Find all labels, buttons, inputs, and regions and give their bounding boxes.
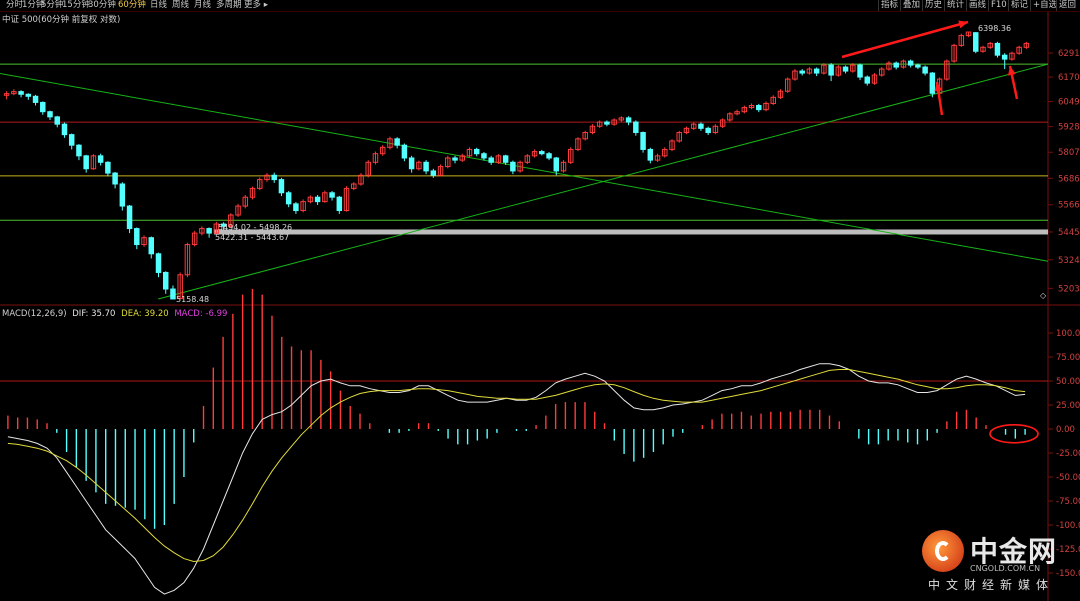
watermark: 中金网 CNGOLD.COM.CN 中文财经新媒体 [918, 524, 1068, 594]
candle-body [799, 70, 805, 74]
candle-body [285, 192, 292, 205]
support-band [214, 229, 1048, 235]
macd-tick-label: -25.00 [1056, 449, 1080, 459]
candle-body [170, 288, 176, 300]
candle-body [329, 192, 335, 198]
candle-body [68, 134, 75, 146]
candle-body [408, 157, 415, 170]
price-tick-label: 5203 [1058, 284, 1080, 294]
price-tick-label: 6049 [1058, 98, 1080, 108]
candle-body [502, 155, 509, 163]
candle-body [907, 60, 914, 66]
candle-body [922, 66, 928, 74]
macd-tick-label: -50.00 [1056, 473, 1080, 483]
candle-body [97, 155, 104, 163]
price-annotation: 5422.31 - 5443.67 [215, 233, 289, 242]
candle-body [994, 42, 1001, 56]
macd-tick-label: 25.00 [1056, 401, 1080, 411]
candle-body [148, 237, 155, 255]
chart-canvas[interactable]: 6291 6170 6049 5928 5807 5686 5566 5445 5324 5203… [0, 0, 1080, 601]
highlight-ellipse [989, 423, 1039, 444]
candle-body [864, 76, 871, 84]
candle-body [271, 174, 277, 181]
candle-body [828, 64, 834, 76]
cngold-logo-icon [922, 530, 964, 572]
price-tick-label: 5928 [1058, 123, 1080, 133]
candle-body [293, 203, 299, 212]
candle-body [61, 123, 68, 136]
candle-body [640, 132, 646, 150]
candle-body [929, 72, 936, 94]
price-tick-label: 6291 [1058, 49, 1080, 59]
candle-body [54, 116, 60, 125]
candle-body [162, 271, 169, 290]
dea-line [7, 369, 1026, 563]
watermark-en: CNGOLD.COM.CN [970, 564, 1041, 573]
macd-tick-label: 100.00 [1056, 329, 1080, 339]
candle-body [394, 138, 400, 146]
macd-tick-label: -75.00 [1056, 497, 1080, 507]
macd-tick-label: 0.00 [1056, 425, 1075, 435]
candle-body [47, 111, 53, 118]
price-tick-label: 5445 [1058, 228, 1080, 238]
candle-body [539, 151, 545, 155]
price-tick-label: 5807 [1058, 148, 1080, 158]
price-annotation: 6398.36 [978, 24, 1011, 33]
candle-body [76, 144, 82, 157]
candle-body [553, 157, 560, 172]
candle-body [401, 144, 408, 159]
candle-body [510, 161, 516, 172]
candle-body [756, 105, 762, 111]
scroll-marker: ◇ [1040, 291, 1047, 300]
candle-body [915, 64, 921, 68]
candle-body [857, 64, 863, 78]
price-tick-label: 5686 [1058, 174, 1080, 184]
candle-body [1001, 54, 1008, 60]
highlight-arrow-trend [841, 20, 969, 59]
candle-body [423, 161, 429, 172]
candle-body [698, 123, 704, 129]
candle-body [625, 117, 632, 123]
price-tick-label: 5324 [1058, 256, 1080, 266]
candle-body [40, 101, 46, 113]
candle-body [134, 228, 140, 246]
candle-body [473, 148, 480, 155]
candle-body [32, 95, 39, 103]
candle-body [842, 66, 849, 72]
candle-body [430, 170, 437, 176]
candle-body [893, 62, 899, 68]
candle-body [705, 127, 711, 134]
candle-body [25, 93, 32, 97]
candle-body [488, 157, 494, 163]
candle-body [647, 148, 654, 161]
price-annotation: 5494.02 - 5498.26 [218, 223, 292, 232]
candle-body [278, 179, 285, 194]
candle-body [452, 157, 458, 161]
candle-body [119, 183, 126, 207]
candle-body [633, 121, 639, 134]
dif-line [7, 363, 1026, 595]
candle-body [83, 155, 89, 170]
trendline [158, 63, 1049, 300]
candle-body [604, 121, 610, 125]
candle-body [546, 153, 552, 159]
candle-body [206, 228, 212, 234]
watermark-sub: 中文财经新媒体 [928, 578, 1055, 592]
candle-body [314, 196, 321, 203]
price-tick-label: 5566 [1058, 201, 1080, 211]
candle-body [126, 205, 133, 230]
candle-body [336, 196, 343, 212]
candle-body [481, 153, 487, 159]
candle-body [813, 68, 820, 74]
macd-tick-label: 75.00 [1056, 353, 1080, 363]
candle-body [18, 91, 24, 95]
candle-body [973, 32, 979, 52]
price-tick-label: 6170 [1058, 73, 1080, 83]
macd-tick-label: 50.00 [1056, 377, 1080, 387]
candle-body [112, 172, 118, 185]
candle-body [155, 253, 162, 273]
price-annotation: 5158.48 [176, 295, 209, 304]
candle-body [105, 161, 111, 174]
